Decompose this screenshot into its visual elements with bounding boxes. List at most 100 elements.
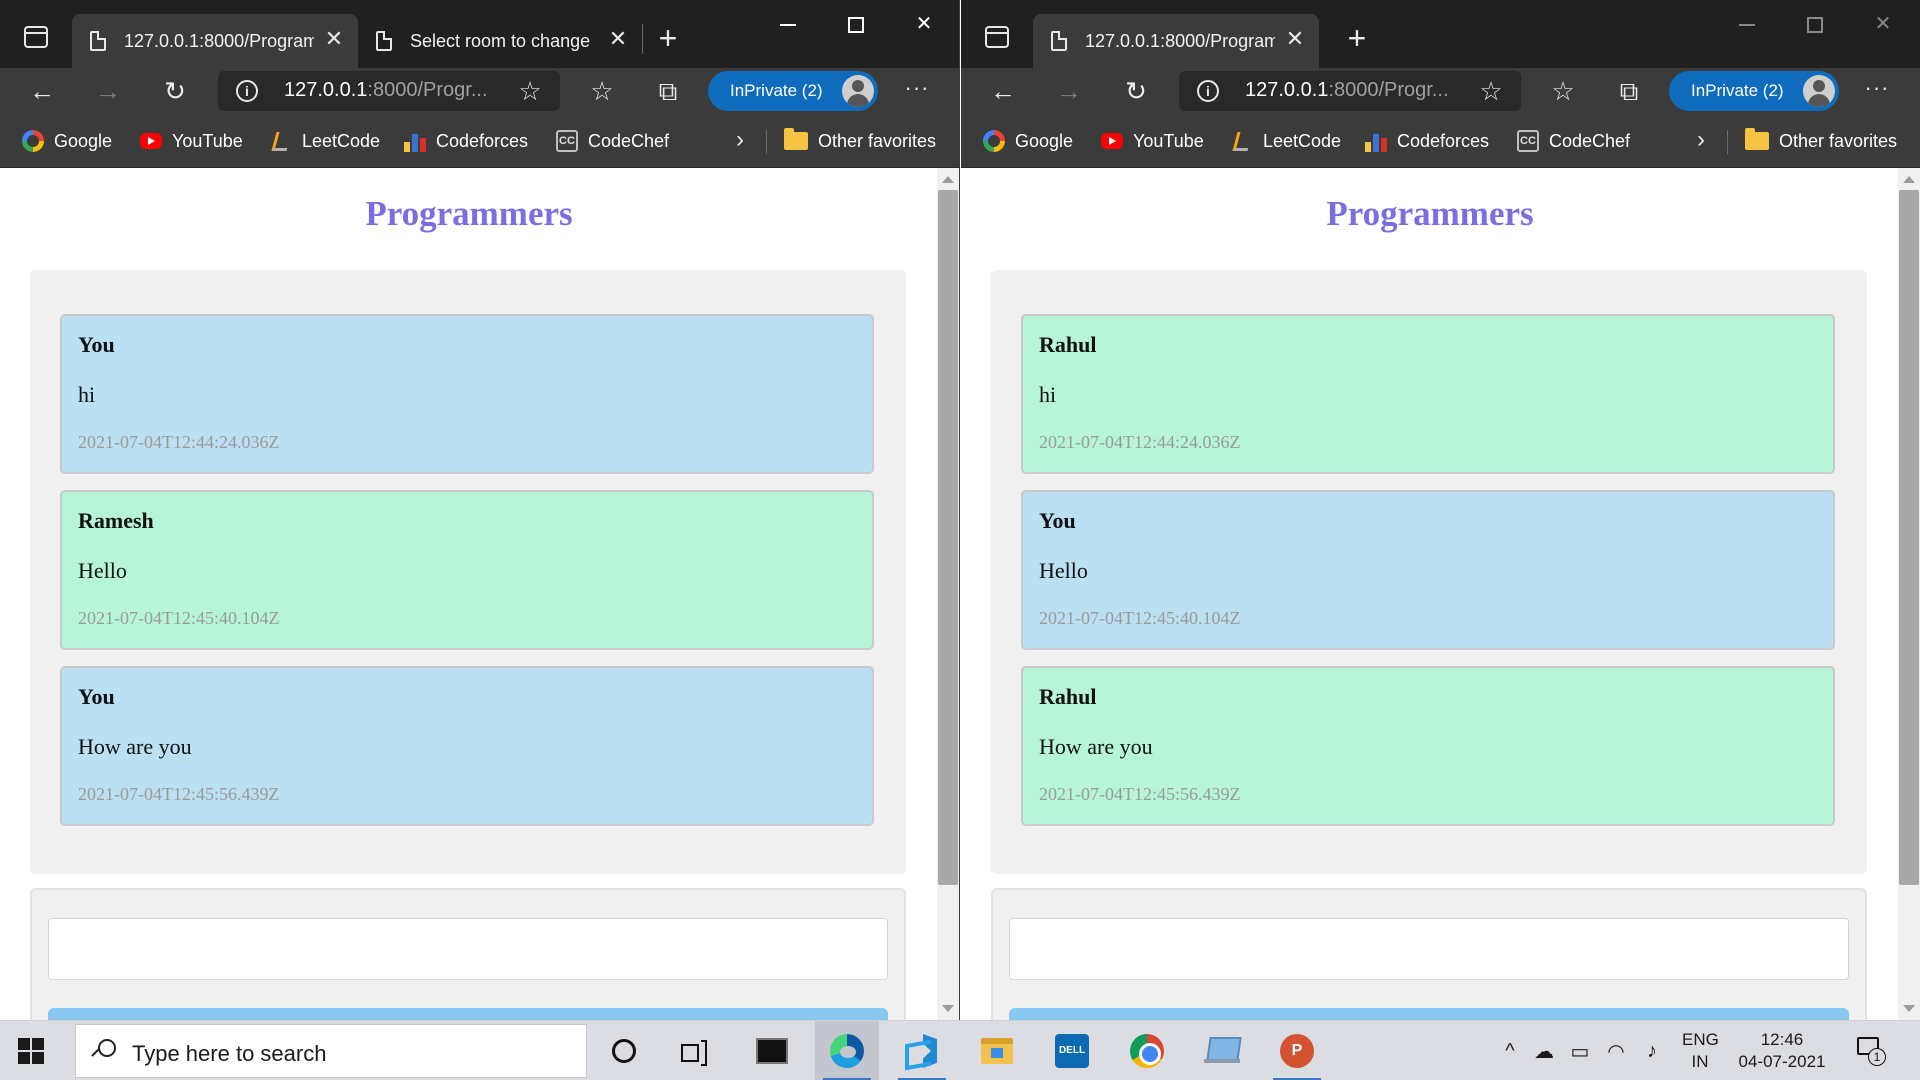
refresh-icon[interactable]: ↻ xyxy=(1116,72,1156,110)
favorites-overflow-icon[interactable]: › xyxy=(736,126,744,154)
notification-center-icon[interactable]: 1 xyxy=(1855,1035,1886,1066)
favorite-leetcode[interactable]: LeetCode xyxy=(1231,128,1341,154)
terminal-app[interactable] xyxy=(740,1021,804,1080)
message-card: Rahul How are you 2021-07-04T12:45:56.43… xyxy=(1021,666,1835,826)
favorite-youtube[interactable]: YouTube xyxy=(1101,128,1204,154)
message-sender: You xyxy=(78,332,115,357)
messages-panel: Rahul hi 2021-07-04T12:44:24.036Z You He… xyxy=(991,270,1867,874)
close-tab-icon[interactable]: ✕ xyxy=(608,28,628,50)
favorites-overflow-icon[interactable]: › xyxy=(1697,126,1705,154)
powerpoint-app[interactable]: P xyxy=(1265,1021,1329,1080)
clock[interactable]: 12:46 04-07-2021 xyxy=(1734,1029,1830,1073)
scroll-down-icon[interactable] xyxy=(942,1005,954,1012)
battery-icon[interactable]: ▭ xyxy=(1566,1021,1594,1080)
favorite-google[interactable]: Google xyxy=(983,128,1073,154)
laptop-app[interactable] xyxy=(1190,1021,1254,1080)
add-favorite-icon[interactable]: ☆ xyxy=(1477,77,1505,105)
close-tab-icon[interactable]: ✕ xyxy=(1285,28,1305,50)
more-menu-icon[interactable]: ··· xyxy=(897,72,937,110)
windows-start-icon[interactable] xyxy=(18,1038,44,1064)
search-icon xyxy=(92,1039,116,1061)
other-favorites[interactable]: Other favorites xyxy=(1745,128,1897,154)
favorites-icon[interactable]: ☆ xyxy=(1543,72,1583,110)
forward-icon[interactable]: → xyxy=(1049,72,1089,110)
favorites-icon[interactable]: ☆ xyxy=(582,72,622,110)
new-tab-button[interactable]: + xyxy=(1337,20,1377,56)
maximize-button[interactable] xyxy=(1787,6,1843,42)
vscode-app[interactable] xyxy=(890,1021,954,1080)
tab-actions-icon[interactable] xyxy=(985,26,1009,48)
forward-icon[interactable]: → xyxy=(88,72,128,110)
back-icon[interactable]: ← xyxy=(983,72,1023,110)
tab-chat-page[interactable]: 127.0.0.1:8000/Programmers/?username=You… xyxy=(72,14,358,68)
new-tab-button[interactable]: + xyxy=(648,20,688,56)
inprivate-badge[interactable]: InPrivate (2) xyxy=(708,71,878,111)
scrollbar-thumb[interactable] xyxy=(938,190,958,885)
back-icon[interactable]: ← xyxy=(22,72,62,110)
refresh-icon[interactable]: ↻ xyxy=(155,72,195,110)
close-window-button[interactable]: ✕ xyxy=(1855,6,1911,42)
close-window-button[interactable]: ✕ xyxy=(896,6,952,42)
favorite-codechef[interactable]: CC CodeChef xyxy=(556,128,669,154)
collections-icon[interactable]: ⧉ xyxy=(1609,72,1649,110)
maximize-button[interactable] xyxy=(828,6,884,42)
tab-django-admin[interactable]: Select room to change | Django site admi… xyxy=(358,14,642,68)
leetcode-icon xyxy=(1231,130,1253,152)
favorite-leetcode[interactable]: LeetCode xyxy=(270,128,380,154)
cortana-button[interactable] xyxy=(592,1021,656,1080)
browser-window-left: 127.0.0.1:8000/Programmers/?username=You… xyxy=(0,0,960,1020)
message-input[interactable] xyxy=(48,918,888,980)
tab-title: 127.0.0.1:8000/Programmers/?username=Rah… xyxy=(1085,30,1275,51)
scroll-up-icon[interactable] xyxy=(1903,176,1915,183)
dell-app[interactable]: DELL xyxy=(1040,1021,1104,1080)
close-tab-icon[interactable]: ✕ xyxy=(324,28,344,50)
chrome-app[interactable] xyxy=(1115,1021,1179,1080)
tab-strip: 127.0.0.1:8000/Programmers/?username=Rah… xyxy=(961,0,1920,68)
favorite-codeforces[interactable]: Codeforces xyxy=(404,128,528,154)
onedrive-icon[interactable]: ☁ xyxy=(1530,1021,1558,1080)
info-icon[interactable]: i xyxy=(236,80,258,102)
favorite-codechef[interactable]: CC CodeChef xyxy=(1517,128,1630,154)
url-text[interactable]: 127.0.0.1:8000/Progr... xyxy=(284,79,504,102)
task-view-button[interactable] xyxy=(662,1021,726,1080)
info-icon[interactable]: i xyxy=(1197,80,1219,102)
scrollbar[interactable] xyxy=(1898,168,1920,1020)
message-text: How are you xyxy=(78,734,192,759)
file-explorer-app[interactable] xyxy=(965,1021,1029,1080)
more-menu-icon[interactable]: ··· xyxy=(1857,72,1897,110)
tab-actions-icon[interactable] xyxy=(24,26,48,48)
minimize-button[interactable] xyxy=(760,6,816,42)
collections-icon[interactable]: ⧉ xyxy=(648,72,688,110)
scrollbar-thumb[interactable] xyxy=(1899,190,1919,885)
message-text: hi xyxy=(78,382,96,407)
tab-separator xyxy=(642,24,643,54)
minimize-button[interactable] xyxy=(1719,6,1775,42)
wifi-icon[interactable]: ◠ xyxy=(1602,1021,1630,1080)
message-sender: You xyxy=(1039,508,1076,533)
edge-app[interactable] xyxy=(815,1021,879,1080)
message-text: How are you xyxy=(1039,734,1153,759)
favorite-codeforces[interactable]: Codeforces xyxy=(1365,128,1489,154)
scrollbar[interactable] xyxy=(937,168,959,1020)
tray-chevron-icon[interactable]: ^ xyxy=(1498,1021,1522,1080)
other-favorites[interactable]: Other favorites xyxy=(784,128,936,154)
favorite-google[interactable]: Google xyxy=(22,128,112,154)
url-text[interactable]: 127.0.0.1:8000/Progr... xyxy=(1245,79,1465,102)
scroll-up-icon[interactable] xyxy=(942,176,954,183)
send-button[interactable] xyxy=(48,1008,888,1020)
add-favorite-icon[interactable]: ☆ xyxy=(516,77,544,105)
codeforces-icon xyxy=(1365,130,1387,152)
input-language[interactable]: ENG IN xyxy=(1682,1029,1719,1073)
send-button[interactable] xyxy=(1009,1008,1849,1020)
address-bar[interactable]: i 127.0.0.1:8000/Progr... ☆ xyxy=(1179,71,1521,111)
volume-icon[interactable]: ♪ xyxy=(1638,1021,1666,1080)
message-sender: Rahul xyxy=(1039,684,1097,709)
address-bar[interactable]: i 127.0.0.1:8000/Progr... ☆ xyxy=(218,71,560,111)
scroll-down-icon[interactable] xyxy=(1903,1005,1915,1012)
message-input[interactable] xyxy=(1009,918,1849,980)
taskbar-search[interactable]: Type here to search xyxy=(75,1024,587,1078)
tab-chat-page[interactable]: 127.0.0.1:8000/Programmers/?username=Rah… xyxy=(1033,14,1319,68)
browser-window-right: 127.0.0.1:8000/Programmers/?username=Rah… xyxy=(961,0,1920,1020)
favorite-youtube[interactable]: YouTube xyxy=(140,128,243,154)
inprivate-badge[interactable]: InPrivate (2) xyxy=(1669,71,1839,111)
